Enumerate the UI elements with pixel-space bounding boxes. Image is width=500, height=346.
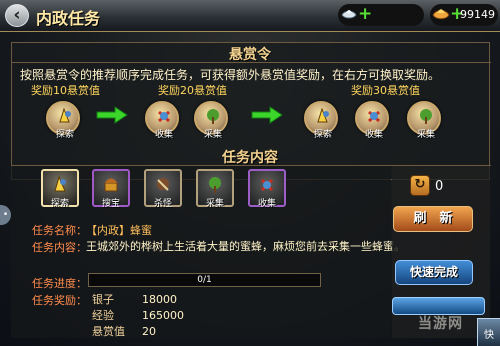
reward-experience-row: 经验 165000 — [92, 308, 212, 324]
bounty-step-label: 采集 — [416, 130, 435, 140]
bounty-description: 按照悬赏令的推荐顺序完成任务，可获得额外悬赏值奖励，在右方可换取奖励。 — [20, 68, 441, 82]
reward-name: 银子 — [92, 293, 114, 306]
gather-icon — [420, 109, 432, 124]
reward-value: 18000 — [142, 293, 177, 306]
task-type-label: 采集 — [205, 199, 224, 209]
collect-icon — [367, 110, 381, 123]
bounty-divider — [12, 62, 491, 63]
refresh-scroll-icon: ↻ — [410, 175, 430, 196]
window-title: 内政任务 — [36, 9, 101, 28]
treasure-search-icon — [104, 178, 118, 192]
bounty-step-collect-1[interactable]: 收集 — [145, 101, 179, 140]
reward-value: 165000 — [142, 309, 184, 322]
reward-silver-row: 银子 18000 — [92, 292, 212, 308]
left-edge-tab[interactable]: • — [0, 205, 11, 225]
task-type-label: 探索 — [50, 199, 69, 209]
reward-name: 经验 — [92, 309, 114, 322]
reward-name: 悬赏值 — [92, 325, 125, 338]
quick-complete-button[interactable]: 快速完成 — [395, 260, 473, 285]
bounty-step-label: 收集 — [154, 130, 173, 140]
bounty-step-explore-1[interactable]: 探索 — [46, 101, 80, 140]
refresh-button[interactable]: 刷 新 — [393, 206, 473, 232]
bounty-step-explore-2[interactable]: 探索 — [304, 101, 338, 140]
top-bar: ‹ 内政任务 + + 99149 — [0, 0, 500, 32]
corner-button-label: 快 — [484, 330, 494, 341]
bounty-step-label: 收集 — [364, 130, 383, 140]
resource-silver[interactable]: + — [338, 4, 424, 26]
task-type-treasure-search[interactable]: 搜宝 — [92, 169, 130, 209]
bounty-step-gather-1[interactable]: 采集 — [194, 101, 228, 140]
task-progress-bar: 0/1 — [88, 273, 321, 287]
explore-icon — [317, 108, 329, 123]
bounty-step-label: 探索 — [55, 130, 74, 140]
task-type-collect[interactable]: 收集 — [248, 169, 286, 209]
bounty-reward-20: 奖励20悬赏值 — [158, 84, 227, 97]
gold-ingot-icon — [432, 9, 450, 20]
collect-icon — [157, 110, 171, 123]
gather-icon — [209, 177, 221, 193]
task-name-label: 任务名称： — [32, 224, 87, 237]
right-arrow-icon — [96, 106, 128, 124]
task-reward-label: 任务奖励： — [32, 294, 87, 307]
task-content-label: 任务内容： — [32, 241, 87, 254]
task-type-label: 杀怪 — [153, 199, 172, 209]
bounty-step-label: 探索 — [313, 130, 332, 140]
reward-bounty-row: 悬赏值 20 — [92, 324, 212, 340]
explore-icon — [54, 176, 66, 192]
gold-value: 99149 — [460, 8, 495, 21]
collect-icon — [260, 178, 274, 192]
bounty-step-gather-2[interactable]: 采集 — [407, 101, 441, 140]
task-content-value: 王城郊外的桦树上生活着大量的蜜蜂，麻烦您前去采集一些蜂蜜。 — [86, 240, 405, 253]
task-section-title: 任务内容 — [222, 150, 278, 166]
silver-ingot-icon — [341, 10, 357, 19]
explore-icon — [59, 108, 71, 123]
add-silver-icon[interactable]: + — [358, 3, 372, 25]
resource-gold[interactable]: + 99149 — [430, 4, 498, 26]
right-arrow-icon — [251, 106, 283, 124]
task-type-explore[interactable]: 探索 — [41, 169, 79, 209]
domestic-task-window: ‹ 内政任务 + + 99149 悬赏令 按照悬赏令的推荐顺序完成任务，可获得额… — [0, 0, 500, 346]
task-reward-list: 银子 18000 经验 165000 悬赏值 20 — [92, 292, 212, 340]
bounty-reward-10: 奖励10悬赏值 — [31, 84, 100, 97]
task-type-label: 收集 — [257, 199, 276, 209]
watermark-text: 当游网 — [418, 316, 463, 332]
bounty-step-label: 采集 — [203, 130, 222, 140]
bounty-title: 悬赏令 — [229, 47, 271, 63]
back-button[interactable]: ‹ — [5, 4, 29, 27]
task-type-gather[interactable]: 采集 — [196, 169, 234, 209]
bounty-reward-30: 奖励30悬赏值 — [351, 84, 420, 97]
refresh-count: 0 — [435, 179, 444, 194]
task-type-monster-kill[interactable]: 杀怪 — [144, 169, 182, 209]
reward-value: 20 — [142, 325, 156, 338]
bounty-step-collect-2[interactable]: 收集 — [355, 101, 389, 140]
task-progress-label: 任务进度： — [32, 277, 87, 290]
task-name-value: 【内政】蜂蜜 — [86, 224, 152, 237]
task-type-label: 搜宝 — [101, 199, 120, 209]
monster-kill-icon — [157, 178, 169, 191]
gather-icon — [207, 109, 219, 124]
